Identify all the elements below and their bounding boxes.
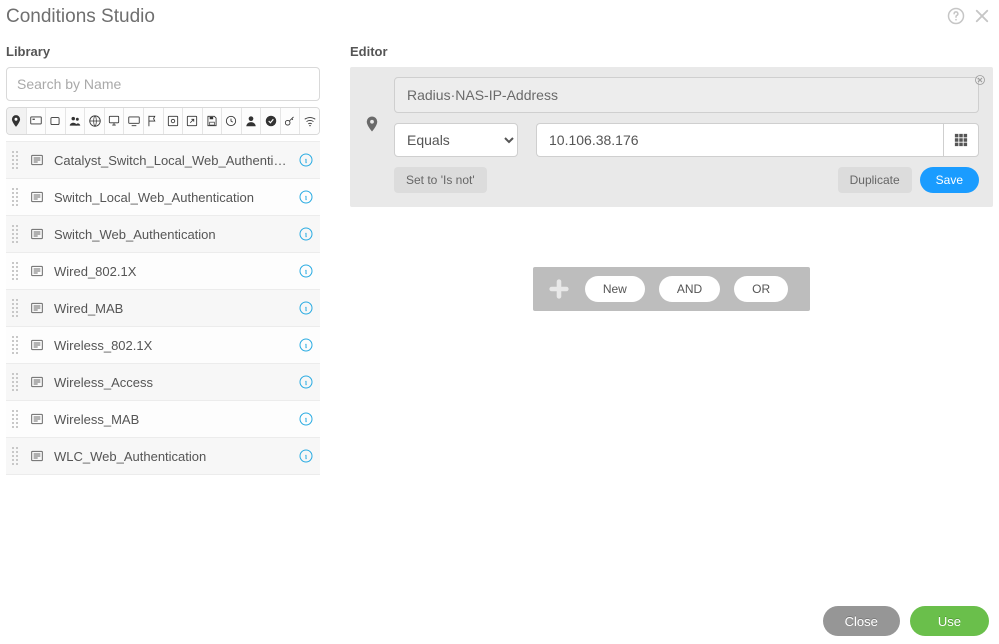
info-icon[interactable] xyxy=(298,337,314,353)
info-icon[interactable] xyxy=(298,374,314,390)
condition-card: Radius·NAS-IP-Address Equals Set to 'Is … xyxy=(350,67,993,207)
drag-handle-icon[interactable] xyxy=(12,262,20,280)
filter-network-icon[interactable] xyxy=(85,108,105,134)
and-button[interactable]: AND xyxy=(659,276,720,302)
condition-type-icon xyxy=(28,447,46,465)
library-item[interactable]: Wireless_802.1X xyxy=(6,327,320,364)
help-icon[interactable] xyxy=(947,7,965,28)
filter-key-icon[interactable] xyxy=(281,108,301,134)
library-item[interactable]: Wired_MAB xyxy=(6,290,320,327)
library-item[interactable]: Wireless_Access xyxy=(6,364,320,401)
drag-handle-icon[interactable] xyxy=(12,447,20,465)
library-item-label: Switch_Web_Authentication xyxy=(54,227,290,242)
info-icon[interactable] xyxy=(298,411,314,427)
library-item-label: Wireless_MAB xyxy=(54,412,290,427)
filter-port-icon[interactable] xyxy=(46,108,66,134)
info-icon[interactable] xyxy=(298,263,314,279)
filter-identitygroup-icon[interactable] xyxy=(66,108,86,134)
info-icon[interactable] xyxy=(298,152,314,168)
condition-type-icon xyxy=(28,151,46,169)
condition-type-icon xyxy=(28,299,46,317)
library-item[interactable]: Switch_Local_Web_Authentication xyxy=(6,179,320,216)
library-item-label: Wired_MAB xyxy=(54,301,290,316)
drag-handle-icon[interactable] xyxy=(12,336,20,354)
attribute-field[interactable]: Radius·NAS-IP-Address xyxy=(394,77,979,113)
filter-monitor-icon[interactable] xyxy=(124,108,144,134)
filter-flag-icon[interactable] xyxy=(144,108,164,134)
library-item-label: Wireless_802.1X xyxy=(54,338,290,353)
info-icon[interactable] xyxy=(298,226,314,242)
drag-handle-icon[interactable] xyxy=(12,299,20,317)
close-icon[interactable] xyxy=(973,7,991,28)
info-icon[interactable] xyxy=(298,300,314,316)
library-item-label: Switch_Local_Web_Authentication xyxy=(54,190,290,205)
library-list: Catalyst_Switch_Local_Web_Authentication… xyxy=(6,141,320,475)
filter-endpoint-icon[interactable] xyxy=(105,108,125,134)
filter-save-icon[interactable] xyxy=(203,108,223,134)
library-heading: Library xyxy=(6,34,320,67)
editor-heading: Editor xyxy=(350,34,993,67)
library-item[interactable]: WLC_Web_Authentication xyxy=(6,438,320,475)
library-item-label: WLC_Web_Authentication xyxy=(54,449,290,464)
operator-select[interactable]: Equals xyxy=(394,123,518,157)
library-item[interactable]: Wired_802.1X xyxy=(6,253,320,290)
filter-cert-icon[interactable] xyxy=(164,108,184,134)
filter-device-icon[interactable] xyxy=(27,108,47,134)
drag-handle-icon[interactable] xyxy=(12,188,20,206)
info-icon[interactable] xyxy=(298,189,314,205)
filter-external-icon[interactable] xyxy=(183,108,203,134)
or-button[interactable]: OR xyxy=(734,276,788,302)
library-item[interactable]: Catalyst_Switch_Local_Web_Authentication xyxy=(6,142,320,179)
duplicate-button[interactable]: Duplicate xyxy=(838,167,912,193)
save-button[interactable]: Save xyxy=(920,167,979,193)
page-title: Conditions Studio xyxy=(6,6,155,28)
library-item-label: Catalyst_Switch_Local_Web_Authentication xyxy=(54,153,290,168)
plus-icon xyxy=(547,277,571,301)
search-input[interactable] xyxy=(6,67,320,101)
filter-check-icon[interactable] xyxy=(261,108,281,134)
drag-handle-icon[interactable] xyxy=(12,225,20,243)
filter-wifi-icon[interactable] xyxy=(300,108,319,134)
condition-type-icon xyxy=(28,225,46,243)
value-input[interactable] xyxy=(536,123,943,157)
use-button[interactable]: Use xyxy=(910,606,989,636)
library-item-label: Wired_802.1X xyxy=(54,264,290,279)
condition-type-icon xyxy=(28,410,46,428)
location-icon xyxy=(363,115,381,136)
library-item[interactable]: Switch_Web_Authentication xyxy=(6,216,320,253)
filter-time-icon[interactable] xyxy=(222,108,242,134)
library-item[interactable]: Wireless_MAB xyxy=(6,401,320,438)
drag-handle-icon[interactable] xyxy=(12,410,20,428)
filter-strip xyxy=(6,107,320,135)
filter-location-icon[interactable] xyxy=(7,108,27,134)
close-button[interactable]: Close xyxy=(823,606,900,636)
remove-condition-icon[interactable] xyxy=(975,73,985,88)
drag-handle-icon[interactable] xyxy=(12,373,20,391)
library-item-label: Wireless_Access xyxy=(54,375,290,390)
condition-type-icon xyxy=(28,336,46,354)
drag-handle-icon[interactable] xyxy=(12,151,20,169)
condition-type-icon xyxy=(28,373,46,391)
new-button[interactable]: New xyxy=(585,276,645,302)
set-is-not-button[interactable]: Set to 'Is not' xyxy=(394,167,487,193)
value-picker-icon[interactable] xyxy=(943,123,979,157)
filter-user-icon[interactable] xyxy=(242,108,262,134)
condition-type-icon xyxy=(28,188,46,206)
info-icon[interactable] xyxy=(298,448,314,464)
condition-type-icon xyxy=(28,262,46,280)
add-condition-strip: New AND OR xyxy=(533,267,810,311)
